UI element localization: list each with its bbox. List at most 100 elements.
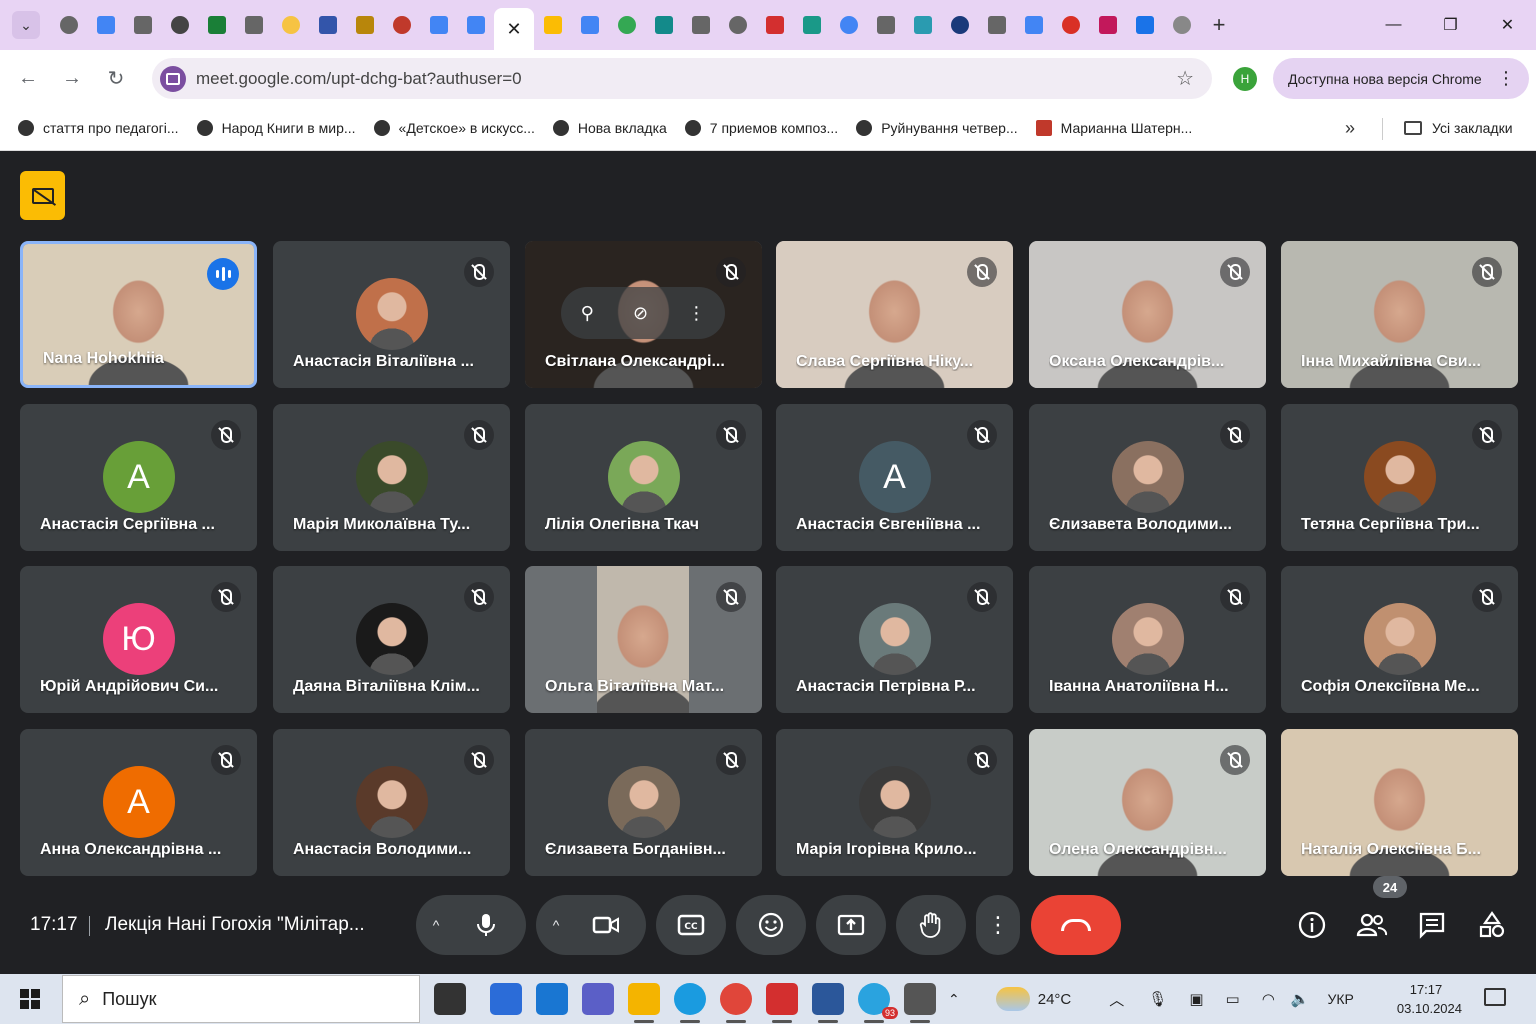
taskbar-app-task-view-icon[interactable]	[434, 983, 466, 1015]
meeting-title[interactable]: Лекція Нані Гогохія "Мілітар...	[105, 914, 365, 936]
more-vert-icon[interactable]: ⋮	[687, 303, 705, 324]
taskbar-search[interactable]: ⌕ Пошук	[62, 975, 420, 1023]
participant-tile[interactable]: Єлизавета Володими...	[1029, 404, 1266, 551]
meeting-info-button[interactable]	[1296, 909, 1328, 941]
mute-participant-icon[interactable]: ⊘	[633, 303, 648, 324]
participant-tile[interactable]: Ольга Віталіївна Мат...	[525, 566, 762, 713]
browser-tab[interactable]	[1089, 8, 1126, 42]
captions-button[interactable]: CC	[656, 895, 726, 955]
microphone-tray-icon[interactable]: 🎙	[1148, 990, 1167, 1008]
participant-tile[interactable]: Анастасія Віталіївна ...	[273, 241, 510, 388]
bookmark-item[interactable]: 7 приемов композ...	[684, 120, 838, 136]
browser-tab[interactable]	[534, 8, 571, 42]
bookmark-star-icon[interactable]: ☆	[1176, 66, 1194, 91]
browser-tab[interactable]	[571, 8, 608, 42]
leave-call-button[interactable]	[1031, 895, 1121, 955]
browser-tab[interactable]	[830, 8, 867, 42]
participant-tile[interactable]: A Анастасія Сергіївна ...	[20, 404, 257, 551]
meet-tray-icon[interactable]: ▣	[1189, 990, 1203, 1008]
minimize-button[interactable]: —	[1365, 0, 1422, 50]
tray-scroll-icon[interactable]: ⌃	[948, 991, 960, 1008]
participant-tile[interactable]: Оксана Олександрів...	[1029, 241, 1266, 388]
browser-tab[interactable]	[309, 8, 346, 42]
emoji-reactions-button[interactable]	[736, 895, 806, 955]
browser-tab[interactable]	[1126, 8, 1163, 42]
microphone-button[interactable]	[456, 895, 516, 955]
all-bookmarks-button[interactable]: Усі закладки	[1404, 120, 1513, 136]
browser-tab[interactable]	[756, 8, 793, 42]
participant-tile[interactable]: Анастасія Петрівна Р...	[776, 566, 1013, 713]
taskbar-app-chrome-icon[interactable]	[720, 983, 752, 1023]
tab-search-button[interactable]: ⌄	[12, 11, 40, 39]
video-options-caret[interactable]: ^	[536, 917, 576, 933]
browser-tab[interactable]	[719, 8, 756, 42]
browser-tab[interactable]	[1052, 8, 1089, 42]
participant-tile[interactable]: Софія Олексіївна Ме...	[1281, 566, 1518, 713]
chat-button[interactable]	[1416, 909, 1448, 941]
browser-tab[interactable]	[383, 8, 420, 42]
wifi-icon[interactable]: ◠	[1262, 990, 1275, 1008]
new-tab-button[interactable]: +	[1204, 10, 1234, 40]
address-bar[interactable]: meet.google.com/upt-dchg-bat?authuser=0 …	[152, 58, 1212, 99]
taskbar-app-edge-icon[interactable]	[674, 983, 706, 1023]
battery-icon[interactable]: ▭	[1226, 990, 1240, 1008]
people-button[interactable]	[1356, 909, 1388, 941]
browser-tab[interactable]	[161, 8, 198, 42]
browser-tab[interactable]	[904, 8, 941, 42]
volume-icon[interactable]: 🔈	[1291, 990, 1310, 1008]
bookmark-item[interactable]: «Детское» в искусс...	[373, 120, 535, 136]
participant-tile[interactable]: Nana Hohokhiia	[20, 241, 257, 388]
participant-tile[interactable]: Інна Михайлівна Сви...	[1281, 241, 1518, 388]
weather-temp[interactable]: 24°C	[1038, 991, 1072, 1008]
participant-tile[interactable]: Марія Ігорівна Крило...	[776, 729, 1013, 876]
bookmark-item[interactable]: Нова вкладка	[552, 120, 667, 136]
participant-tile[interactable]: A Анастасія Євгеніївна ...	[776, 404, 1013, 551]
participant-tile[interactable]: Слава Сергіївна Ніку...	[776, 241, 1013, 388]
browser-tab[interactable]	[941, 8, 978, 42]
participant-tile[interactable]: Олена Олександрівн...	[1029, 729, 1266, 876]
browser-tab[interactable]	[793, 8, 830, 42]
reload-button[interactable]: ↻	[94, 50, 138, 106]
back-button[interactable]: ←	[6, 50, 50, 106]
browser-tab[interactable]	[867, 8, 904, 42]
browser-tab[interactable]	[1015, 8, 1052, 42]
meet-site-icon[interactable]	[160, 65, 186, 92]
close-tab-icon[interactable]: ✕	[506, 19, 521, 40]
start-button[interactable]	[0, 974, 60, 1024]
participant-tile[interactable]: Анастасія Володими...	[273, 729, 510, 876]
present-screen-button[interactable]	[816, 895, 886, 955]
taskbar-app-word-icon[interactable]	[812, 983, 844, 1023]
activities-button[interactable]	[1476, 909, 1508, 941]
browser-tab[interactable]	[645, 8, 682, 42]
bookmark-item[interactable]: Руйнування четвер...	[856, 120, 1018, 136]
notifications-icon[interactable]	[1484, 988, 1506, 1006]
taskbar-clock[interactable]: 17:17 03.10.2024	[1390, 980, 1462, 1018]
browser-tab[interactable]	[608, 8, 645, 42]
more-options-button[interactable]: ⋮	[976, 895, 1020, 955]
taskbar-app-store-icon[interactable]	[490, 983, 522, 1015]
participant-tile[interactable]: Наталія Олексіївна Б...	[1281, 729, 1518, 876]
browser-tab[interactable]	[420, 8, 457, 42]
browser-tab[interactable]	[457, 8, 494, 42]
browser-tab[interactable]	[978, 8, 1015, 42]
taskbar-app-explorer-icon[interactable]	[628, 983, 660, 1023]
taskbar-app-settings-icon[interactable]	[904, 983, 936, 1023]
bookmark-item[interactable]: Марианна Шатерн...	[1035, 120, 1192, 136]
browser-tab[interactable]	[50, 8, 87, 42]
participant-tile[interactable]: Лілія Олегівна Ткач	[525, 404, 762, 551]
browser-tab[interactable]	[124, 8, 161, 42]
participant-tile[interactable]: Ю Юрій Андрійович Си...	[20, 566, 257, 713]
participant-tile[interactable]: A Анна Олександрівна ...	[20, 729, 257, 876]
profile-avatar[interactable]: H	[1233, 67, 1257, 91]
browser-tab[interactable]	[87, 8, 124, 42]
participant-tile[interactable]: Тетяна Сергіївна Три...	[1281, 404, 1518, 551]
url-text[interactable]: meet.google.com/upt-dchg-bat?authuser=0	[196, 69, 522, 89]
participant-tile[interactable]: Марія Миколаївна Ту...	[273, 404, 510, 551]
participant-tile[interactable]: ⚲ ⊘ ⋮ Світлана Олександрі...	[525, 241, 762, 388]
show-hidden-icons[interactable]: ︿	[1109, 989, 1124, 1010]
close-window-button[interactable]: ✕	[1479, 0, 1536, 50]
bookmark-item[interactable]: стаття про педагогі...	[18, 120, 179, 136]
participant-tile[interactable]: Даяна Віталіївна Клім...	[273, 566, 510, 713]
taskbar-app-acrobat-icon[interactable]	[766, 983, 798, 1023]
browser-tab[interactable]	[235, 8, 272, 42]
